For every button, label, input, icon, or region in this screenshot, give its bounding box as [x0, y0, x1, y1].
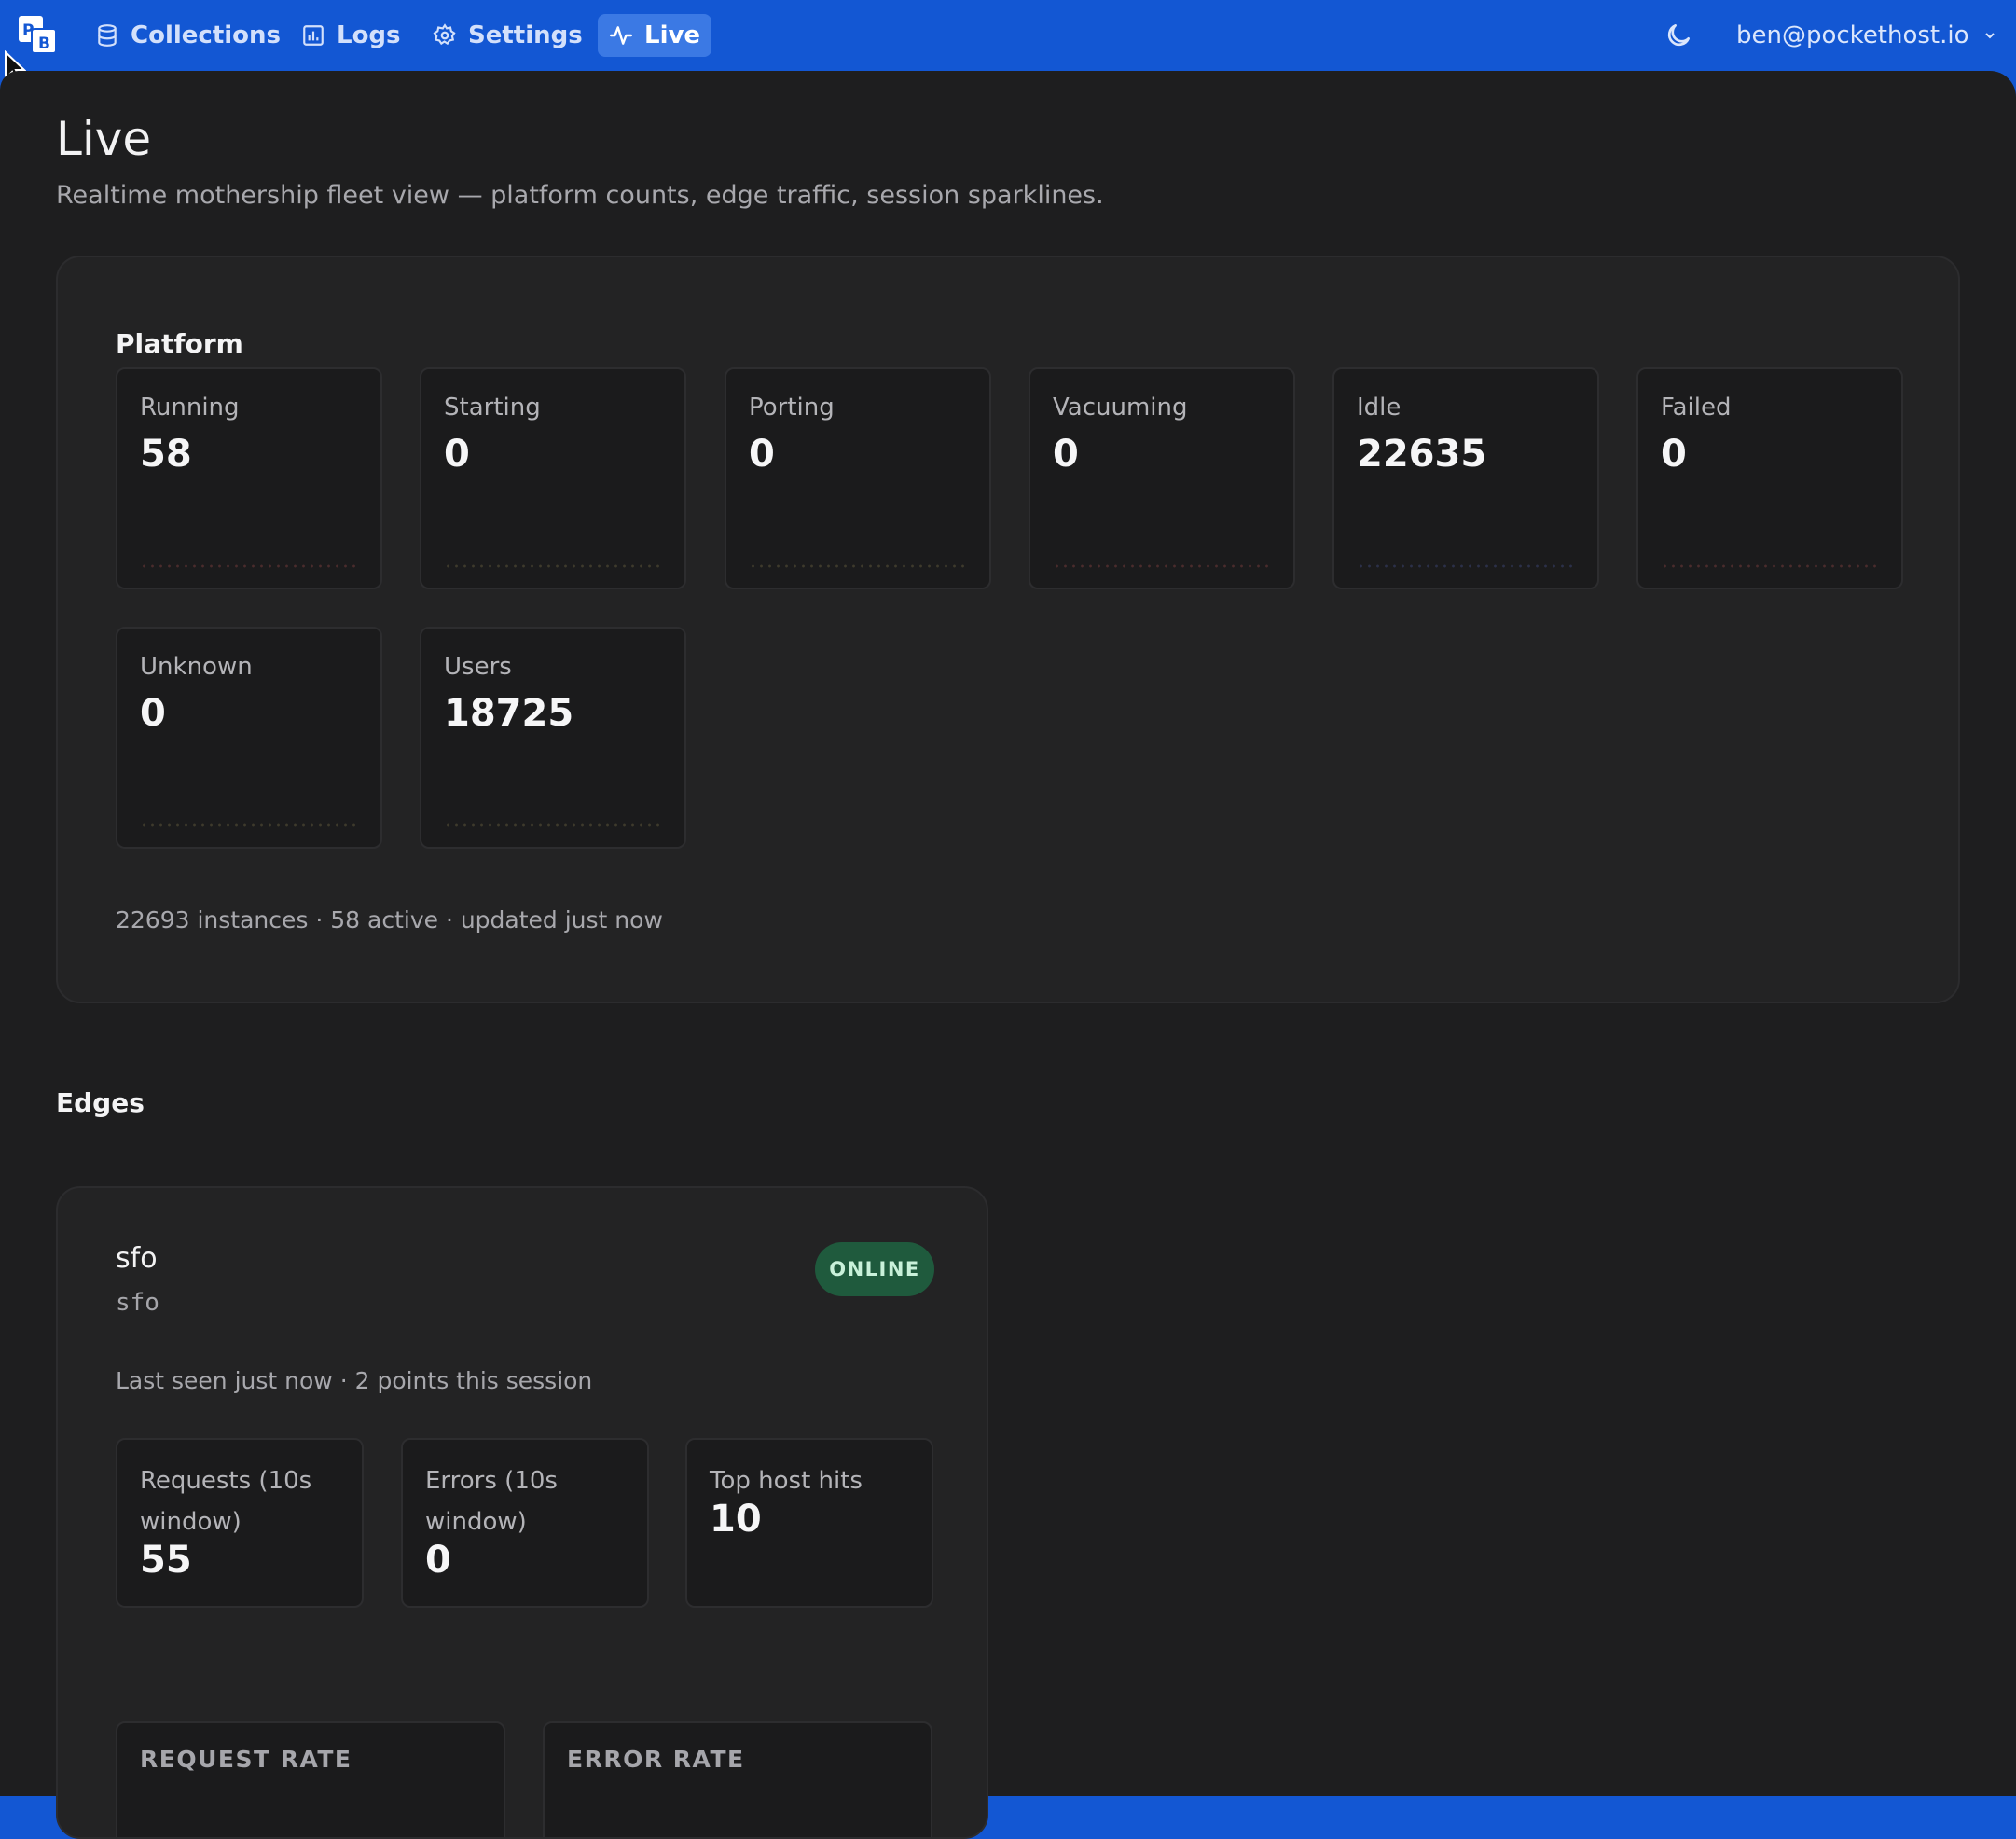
metric-label: Top host hits [710, 1467, 863, 1495]
edge-name: sfo [116, 1242, 158, 1275]
moon-icon[interactable] [1664, 21, 1693, 50]
request-rate-chart: REQUEST RATE [116, 1721, 505, 1837]
status-badge: ONLINE [815, 1242, 934, 1296]
stat-label: Running [140, 394, 240, 422]
stat-label: Users [444, 653, 512, 681]
stat-tile-failed: Failed 0 [1636, 367, 1903, 589]
edge-code: sfo [116, 1289, 159, 1317]
stat-label: Starting [444, 394, 541, 422]
gear-icon [433, 23, 456, 46]
platform-card: Platform Running 58 Starting 0 Porting 0… [56, 256, 1960, 1003]
platform-summary: 22693 instances · 58 active · updated ju… [116, 906, 663, 933]
stat-tile-idle: Idle 22635 [1332, 367, 1599, 589]
stat-tile-unknown: Unknown 0 [116, 627, 382, 849]
chart-icon [303, 25, 324, 46]
metric-label: Errors (10s window) [425, 1467, 558, 1536]
user-menu[interactable]: ben@pockethost.io [1736, 19, 1997, 52]
sparkline [1661, 563, 1881, 569]
top-navigation-bar: P B Collections Logs Settings Live ben@p… [0, 0, 2016, 71]
stat-value: 18725 [444, 692, 574, 735]
stat-label: Vacuuming [1053, 394, 1188, 422]
stat-label: Unknown [140, 653, 253, 681]
chevron-down-icon [1984, 33, 1995, 39]
stat-value: 0 [1053, 433, 1079, 476]
metric-tile-top-host-hits: Top host hits 10 [685, 1438, 933, 1608]
chart-label: REQUEST RATE [140, 1746, 352, 1773]
stat-value: 0 [444, 433, 470, 476]
sparkline [140, 823, 360, 828]
nav-settings-label: Settings [468, 21, 583, 49]
edge-meta: Last seen just now · 2 points this sessi… [116, 1367, 593, 1394]
stat-value: 58 [140, 433, 192, 476]
stat-value: 0 [749, 433, 775, 476]
sparkline [1357, 563, 1577, 569]
nav-collections-label: Collections [131, 21, 282, 49]
metric-label: Requests (10s window) [140, 1467, 312, 1536]
error-rate-chart: ERROR RATE [543, 1721, 932, 1837]
pocketbase-logo-icon[interactable]: P B [17, 14, 58, 55]
stat-tile-running: Running 58 [116, 367, 382, 589]
stat-label: Porting [749, 394, 835, 422]
metric-value: 10 [710, 1498, 762, 1541]
stat-tile-starting: Starting 0 [420, 367, 686, 589]
nav-live[interactable]: Live [598, 14, 712, 57]
user-email: ben@pockethost.io [1736, 21, 1969, 49]
metric-value: 0 [425, 1539, 451, 1582]
svg-text:P: P [22, 21, 34, 40]
platform-heading: Platform [116, 328, 243, 359]
page-title: Live [56, 112, 152, 166]
main-content: Live Realtime mothership fleet view — pl… [0, 71, 2016, 1839]
chart-label: ERROR RATE [567, 1746, 745, 1773]
svg-text:B: B [38, 35, 50, 53]
stat-value: 22635 [1357, 433, 1487, 476]
stat-value: 0 [1661, 433, 1687, 476]
metric-tile-errors: Errors (10s window) 0 [401, 1438, 649, 1608]
sparkline [1053, 563, 1273, 569]
stat-tile-users: Users 18725 [420, 627, 686, 849]
page-subtitle: Realtime mothership fleet view — platfor… [56, 181, 1104, 210]
metric-tile-requests: Requests (10s window) 55 [116, 1438, 364, 1608]
pulse-icon [609, 26, 633, 45]
stat-tile-vacuuming: Vacuuming 0 [1029, 367, 1295, 589]
nav-live-label: Live [644, 21, 701, 49]
stat-tile-porting: Porting 0 [725, 367, 991, 589]
stat-label: Failed [1661, 394, 1732, 422]
sparkline [140, 563, 360, 569]
sparkline [749, 563, 969, 569]
nav-collections[interactable]: Collections [84, 14, 292, 57]
nav-logs[interactable]: Logs [290, 14, 412, 57]
nav-settings[interactable]: Settings [421, 14, 594, 57]
stat-label: Idle [1357, 394, 1402, 422]
sparkline [444, 823, 664, 828]
stat-value: 0 [140, 692, 166, 735]
metric-value: 55 [140, 1539, 192, 1582]
database-icon [98, 24, 117, 47]
sparkline [444, 563, 664, 569]
edge-card: sfo sfo ONLINE Last seen just now · 2 po… [56, 1186, 988, 1839]
edges-heading: Edges [56, 1087, 145, 1118]
nav-logs-label: Logs [337, 21, 401, 49]
